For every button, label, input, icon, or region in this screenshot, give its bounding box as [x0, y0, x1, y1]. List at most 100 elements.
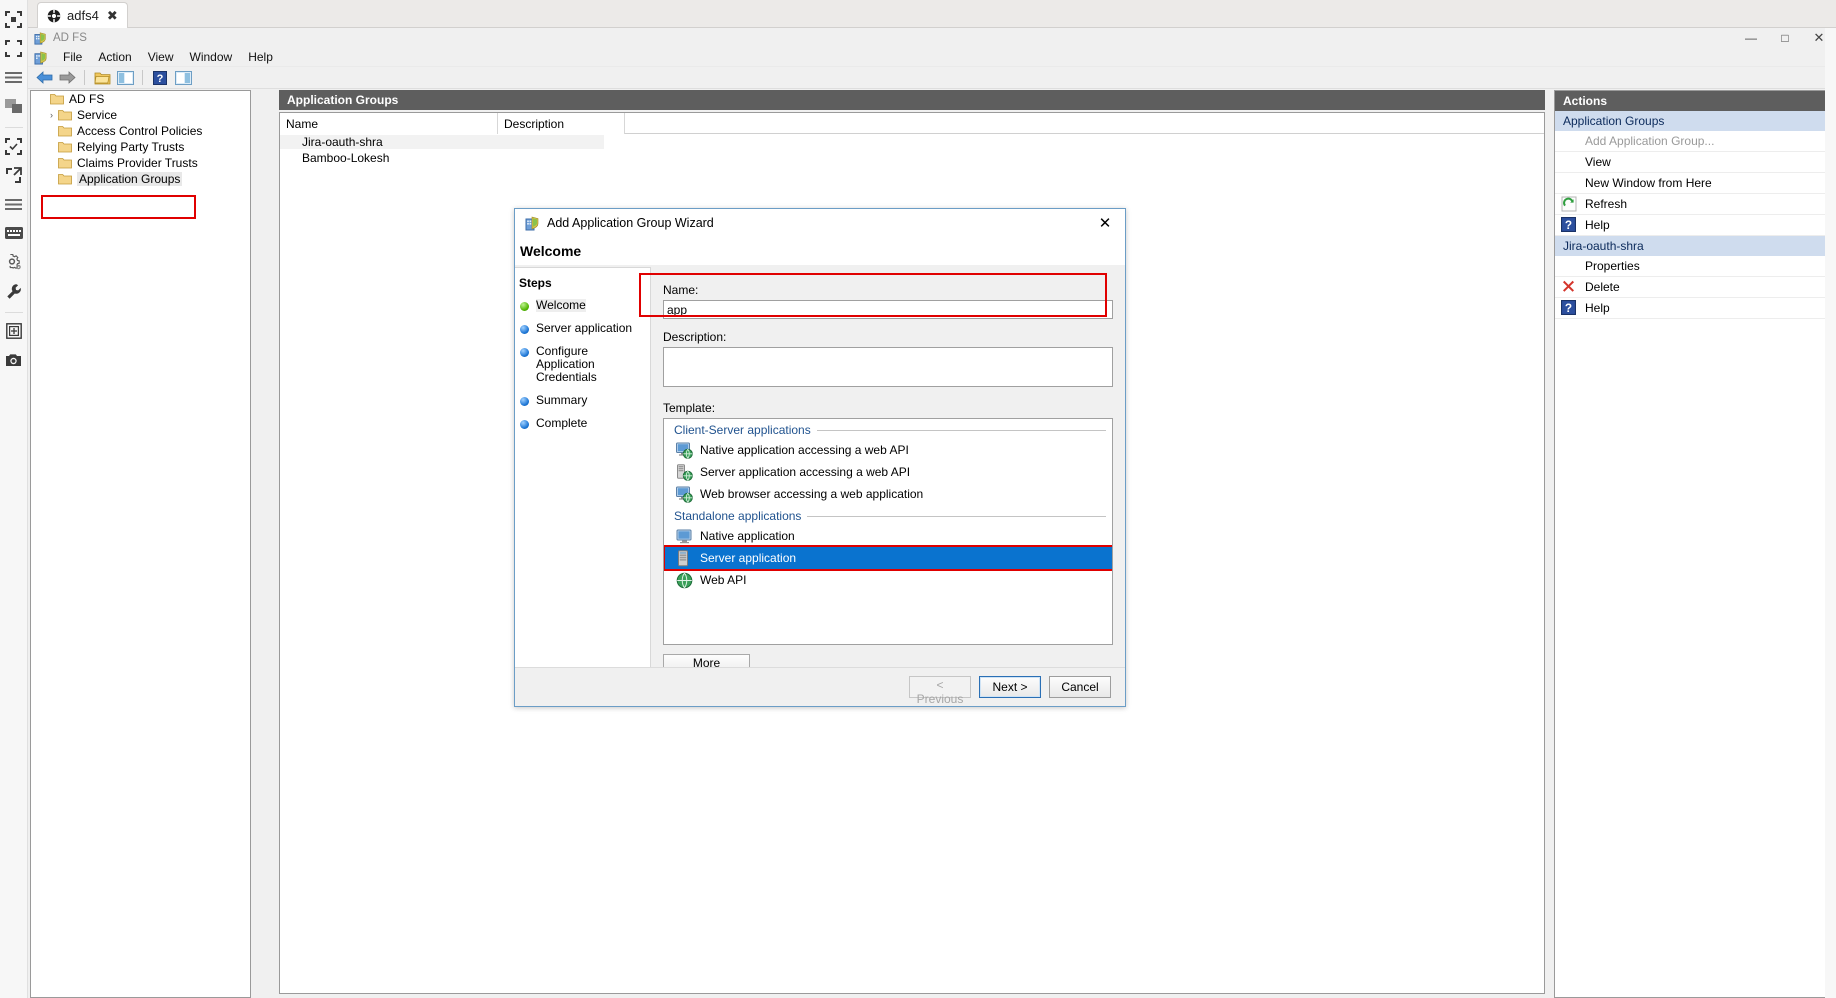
wizard-content: Name: Description: Template: Client-Serv…	[651, 267, 1125, 667]
tree-node-application-groups[interactable]: Application Groups	[31, 171, 250, 187]
keyboard-icon[interactable]	[1, 220, 27, 246]
minimize-button[interactable]: —	[1734, 28, 1768, 48]
template-group-label: Standalone applications	[674, 509, 801, 523]
template-list[interactable]: Client-Server applications Native applic…	[663, 418, 1113, 645]
action-view[interactable]: View	[1555, 152, 1833, 173]
template-item-server-app-web-api[interactable]: Server application accessing a web API	[664, 461, 1112, 483]
column-header-description[interactable]: Description	[498, 113, 625, 134]
group-divider	[817, 430, 1106, 431]
wizard-heading: Welcome	[515, 237, 1125, 265]
camera-icon[interactable]	[1, 347, 27, 373]
next-button[interactable]: Next >	[979, 676, 1041, 698]
previous-button[interactable]: < Previous	[909, 676, 971, 698]
tab-adfs4[interactable]: adfs4 ✖	[37, 2, 128, 28]
host-scrollbar[interactable]	[1825, 28, 1836, 998]
cell-name: Bamboo-Lokesh	[280, 151, 604, 165]
name-input[interactable]	[663, 300, 1113, 319]
step-server-application[interactable]: Server application	[515, 322, 650, 345]
step-welcome[interactable]: Welcome	[515, 299, 650, 322]
action-delete[interactable]: Delete	[1555, 277, 1833, 298]
wrench-icon[interactable]	[1, 278, 27, 304]
menu-bar: File Action View Window Help	[28, 48, 1836, 67]
tree-node-label: Access Control Policies	[77, 124, 202, 138]
globe-icon	[676, 572, 693, 589]
template-item-native-app-web-api[interactable]: Native application accessing a web API	[664, 439, 1112, 461]
tool-rail	[0, 0, 28, 998]
action-properties[interactable]: Properties	[1555, 256, 1833, 277]
template-item-native-application[interactable]: Native application	[664, 525, 1112, 547]
action-refresh[interactable]: Refresh	[1555, 194, 1833, 215]
action-help[interactable]: ? Help	[1555, 215, 1833, 236]
folder-icon	[50, 93, 64, 105]
toolbar-divider	[84, 70, 85, 85]
template-group-label: Client-Server applications	[674, 423, 811, 437]
left-splitter[interactable]	[252, 90, 276, 998]
tree-node-label: Claims Provider Trusts	[77, 156, 198, 170]
step-bullet-icon	[520, 348, 529, 357]
refresh-icon	[1561, 196, 1577, 212]
template-item-web-api[interactable]: Web API	[664, 569, 1112, 591]
cancel-button[interactable]: Cancel	[1049, 676, 1111, 698]
action-add-application-group[interactable]: Add Application Group...	[1555, 131, 1833, 152]
step-label: Summary	[536, 394, 587, 407]
window-snap-icon[interactable]	[1, 93, 27, 119]
settings-gear-icon[interactable]	[1, 249, 27, 275]
tree-node-access-control-policies[interactable]: Access Control Policies	[31, 123, 250, 139]
tree-node-service[interactable]: › Service	[31, 107, 250, 123]
close-icon[interactable]: ✖	[107, 8, 118, 24]
show-action-pane-icon[interactable]	[173, 68, 193, 87]
rail-divider	[5, 127, 23, 128]
tree-node-claims-provider-trusts[interactable]: Claims Provider Trusts	[31, 155, 250, 171]
menu-lines-2-icon[interactable]	[1, 191, 27, 217]
template-item-web-browser-web-app[interactable]: Web browser accessing a web application	[664, 483, 1112, 505]
action-new-window-from-here[interactable]: New Window from Here	[1555, 173, 1833, 194]
wizard-close-button[interactable]: ✕	[1085, 209, 1125, 237]
cell-name: Jira-oauth-shra	[280, 135, 604, 149]
action-help-2[interactable]: ? Help	[1555, 298, 1833, 319]
template-label: Template:	[663, 401, 1113, 415]
menu-lines-icon[interactable]	[1, 64, 27, 90]
template-group-client-server: Client-Server applications	[664, 419, 1112, 439]
description-label: Description:	[663, 330, 1113, 344]
template-item-label: Native application accessing a web API	[700, 443, 909, 457]
menu-item-window[interactable]: Window	[182, 49, 241, 65]
add-panel-icon[interactable]	[1, 318, 27, 344]
step-bullet-icon	[520, 325, 529, 334]
table-row[interactable]: Jira-oauth-shra	[280, 134, 1544, 150]
svg-text:?: ?	[157, 73, 164, 85]
tree-node-relying-party-trusts[interactable]: Relying Party Trusts	[31, 139, 250, 155]
tree-node-ad-fs[interactable]: AD FS	[31, 91, 250, 107]
fullscreen-icon[interactable]	[1, 35, 27, 61]
forward-arrow-icon[interactable]	[57, 68, 77, 87]
toolbar: ?	[28, 67, 1836, 89]
console-tree: AD FS › Service Access Control Policies	[30, 90, 251, 998]
menu-item-view[interactable]: View	[140, 49, 182, 65]
expand-arrows-icon[interactable]	[1, 162, 27, 188]
scan-frame-icon[interactable]	[1, 133, 27, 159]
help-icon[interactable]: ?	[150, 68, 170, 87]
step-summary[interactable]: Summary	[515, 394, 650, 417]
template-item-label: Web API	[700, 573, 746, 587]
template-item-server-application[interactable]: Server application	[664, 547, 1112, 569]
show-folder-icon[interactable]	[92, 68, 112, 87]
select-area-icon[interactable]	[1, 6, 27, 32]
adfs-target-icon	[47, 9, 61, 23]
show-console-tree-icon[interactable]	[115, 68, 135, 87]
table-row[interactable]: Bamboo-Lokesh	[280, 150, 1544, 166]
menu-item-help[interactable]: Help	[240, 49, 281, 65]
menu-item-action[interactable]: Action	[90, 49, 139, 65]
maximize-button[interactable]: □	[1768, 28, 1802, 48]
server-icon	[676, 550, 693, 567]
description-textarea[interactable]	[663, 347, 1113, 387]
wizard-body: Steps Welcome Server application Configu…	[515, 267, 1125, 667]
tree-expander-service[interactable]: ›	[45, 110, 58, 120]
step-complete[interactable]: Complete	[515, 417, 650, 440]
back-arrow-icon[interactable]	[34, 68, 54, 87]
step-bullet-icon	[520, 420, 529, 429]
template-item-label: Web browser accessing a web application	[700, 487, 923, 501]
column-header-name[interactable]: Name	[280, 113, 498, 134]
menu-item-file[interactable]: File	[55, 49, 90, 65]
step-configure-application-credentials[interactable]: Configure Application Credentials	[515, 345, 650, 394]
svg-text:?: ?	[1565, 302, 1572, 315]
right-splitter[interactable]	[1548, 90, 1552, 998]
